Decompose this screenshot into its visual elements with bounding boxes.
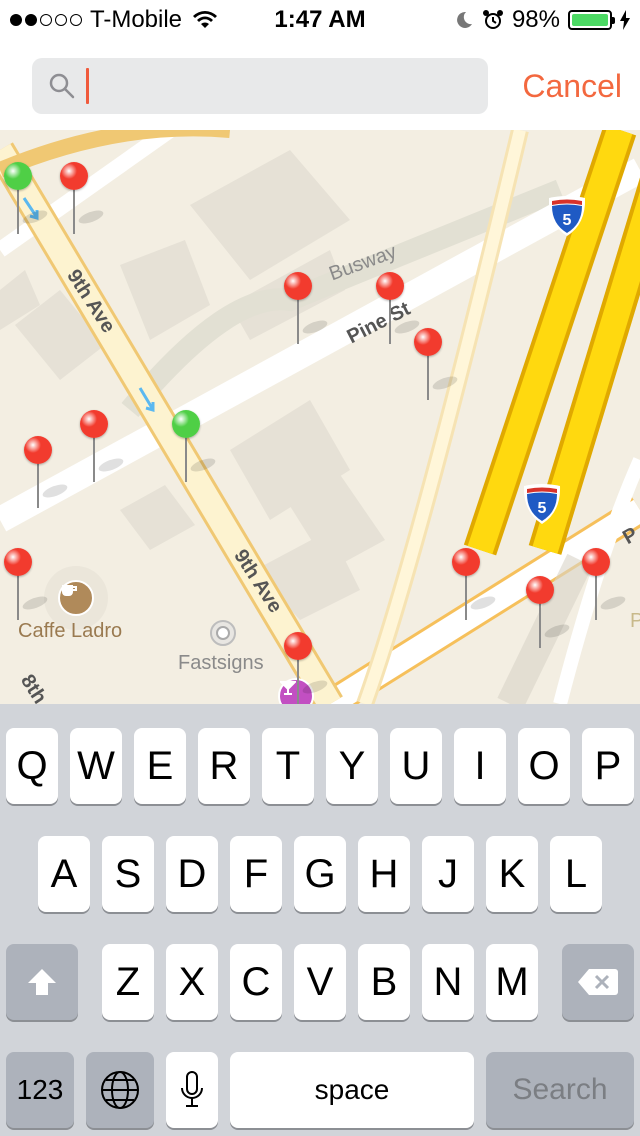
key-q[interactable]: Q xyxy=(6,728,58,804)
battery-icon xyxy=(568,10,615,30)
red-pin-icon[interactable] xyxy=(284,632,329,704)
key-f[interactable]: F xyxy=(230,836,282,912)
key-a[interactable]: A xyxy=(38,836,90,912)
key-i[interactable]: I xyxy=(454,728,506,804)
key-d[interactable]: D xyxy=(166,836,218,912)
cancel-button[interactable]: Cancel xyxy=(522,68,622,105)
key-n[interactable]: N xyxy=(422,944,474,1020)
red-pin-icon[interactable] xyxy=(376,272,421,346)
numbers-key[interactable]: 123 xyxy=(6,1052,74,1128)
shift-icon xyxy=(28,969,56,995)
backspace-icon xyxy=(578,969,618,995)
green-pin-icon[interactable] xyxy=(4,162,49,236)
key-r[interactable]: R xyxy=(198,728,250,804)
key-s[interactable]: S xyxy=(102,836,154,912)
poi-label-fastsigns[interactable]: Fastsigns xyxy=(178,652,264,675)
battery-percent: 98% xyxy=(511,6,560,33)
key-j[interactable]: J xyxy=(422,836,474,912)
charging-icon xyxy=(620,10,630,30)
shift-key[interactable] xyxy=(6,944,78,1020)
svg-text:5: 5 xyxy=(563,212,572,229)
red-pin-icon[interactable] xyxy=(80,410,125,484)
poi-icon[interactable] xyxy=(210,620,236,646)
status-bar: T-Mobile 1:47 AM 98% xyxy=(0,0,640,40)
key-c[interactable]: C xyxy=(230,944,282,1020)
map-view[interactable]: 9th Ave 9th Ave Busway Pine St 8th P P 5… xyxy=(0,130,640,704)
key-o[interactable]: O xyxy=(518,728,570,804)
delete-key[interactable] xyxy=(562,944,634,1020)
search-field[interactable] xyxy=(32,58,488,114)
key-z[interactable]: Z xyxy=(102,944,154,1020)
key-w[interactable]: W xyxy=(70,728,122,804)
search-header: Cancel xyxy=(0,40,640,130)
red-pin-icon[interactable] xyxy=(4,548,49,622)
key-x[interactable]: X xyxy=(166,944,218,1020)
red-pin-icon[interactable] xyxy=(60,162,105,236)
search-icon xyxy=(49,73,75,99)
key-t[interactable]: T xyxy=(262,728,314,804)
microphone-icon xyxy=(181,1071,203,1107)
red-pin-icon[interactable] xyxy=(24,436,69,510)
edge-letter-2: P xyxy=(630,610,640,632)
space-key[interactable]: space xyxy=(230,1052,474,1128)
globe-icon xyxy=(101,1071,139,1109)
red-pin-icon[interactable] xyxy=(414,328,459,402)
red-pin-icon[interactable] xyxy=(582,548,627,622)
dictation-key[interactable] xyxy=(166,1052,218,1128)
key-k[interactable]: K xyxy=(486,836,538,912)
status-right: 98% xyxy=(454,6,630,34)
key-u[interactable]: U xyxy=(390,728,442,804)
key-p[interactable]: P xyxy=(582,728,634,804)
key-l[interactable]: L xyxy=(550,836,602,912)
red-pin-icon[interactable] xyxy=(284,272,329,346)
key-y[interactable]: Y xyxy=(326,728,378,804)
globe-key[interactable] xyxy=(86,1052,154,1128)
key-b[interactable]: B xyxy=(358,944,410,1020)
red-pin-icon[interactable] xyxy=(452,548,497,622)
svg-text:5: 5 xyxy=(538,500,547,517)
keyboard: QWERTYUIOP ASDFGHJKL ZXCVBNM 123 space S… xyxy=(0,704,640,1136)
red-pin-icon[interactable] xyxy=(526,576,571,650)
key-h[interactable]: H xyxy=(358,836,410,912)
key-v[interactable]: V xyxy=(294,944,346,1020)
key-e[interactable]: E xyxy=(134,728,186,804)
search-key[interactable]: Search xyxy=(486,1052,634,1128)
green-pin-icon[interactable] xyxy=(172,410,217,484)
search-input[interactable] xyxy=(84,66,478,108)
key-g[interactable]: G xyxy=(294,836,346,912)
alarm-icon xyxy=(482,10,503,29)
poi-label-caffe-ladro[interactable]: Caffe Ladro xyxy=(18,620,122,643)
key-m[interactable]: M xyxy=(486,944,538,1020)
moon-icon xyxy=(457,11,472,28)
coffee-icon[interactable] xyxy=(58,580,94,616)
